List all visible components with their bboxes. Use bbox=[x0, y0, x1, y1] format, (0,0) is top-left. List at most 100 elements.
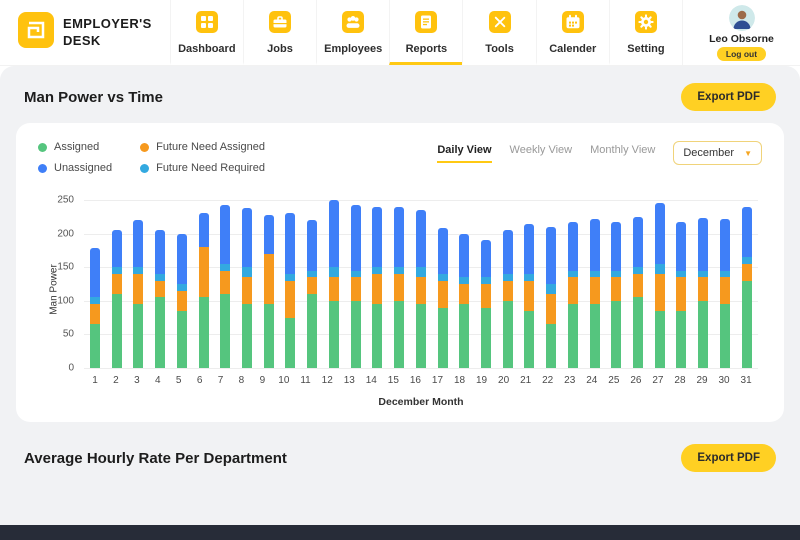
month-select-value: December bbox=[683, 147, 734, 159]
briefcase-icon bbox=[269, 11, 291, 38]
bars-row bbox=[84, 200, 758, 368]
x-tick-27: 27 bbox=[652, 375, 663, 386]
bar-day-21 bbox=[524, 200, 534, 368]
nav-item-setting[interactable]: Setting bbox=[609, 0, 682, 65]
nav-label-calender: Calender bbox=[549, 43, 596, 55]
nav-item-employees[interactable]: Employees bbox=[316, 0, 389, 65]
footer-bar bbox=[0, 525, 800, 540]
x-tick-26: 26 bbox=[630, 375, 641, 386]
tab-daily-view[interactable]: Daily View bbox=[437, 144, 491, 163]
tab-weekly-view[interactable]: Weekly View bbox=[510, 144, 573, 163]
plot-area: 050100150200250 bbox=[84, 200, 758, 368]
x-tick-6: 6 bbox=[195, 375, 205, 386]
avg-rate-section-header: Average Hourly Rate Per Department Expor… bbox=[0, 422, 800, 484]
main-nav: Dashboard Jobs Employees bbox=[170, 0, 682, 65]
bar-day-15 bbox=[394, 200, 404, 368]
x-tick-14: 14 bbox=[366, 375, 377, 386]
assigned-legend-dot bbox=[38, 143, 47, 152]
tools-icon bbox=[489, 11, 511, 38]
nav-label-tools: Tools bbox=[485, 43, 514, 55]
x-tick-5: 5 bbox=[174, 375, 184, 386]
future-need-required-legend-dot bbox=[140, 164, 149, 173]
nav-item-dashboard[interactable]: Dashboard bbox=[170, 0, 243, 65]
nav-item-tools[interactable]: Tools bbox=[462, 0, 535, 65]
legend-label: Future Need Required bbox=[156, 162, 265, 174]
bar-day-8 bbox=[242, 200, 252, 368]
bar-day-13 bbox=[351, 200, 361, 368]
x-tick-9: 9 bbox=[257, 375, 267, 386]
man-power-section-header: Man Power vs Time Export PDF bbox=[0, 66, 800, 123]
x-tick-29: 29 bbox=[696, 375, 707, 386]
x-tick-21: 21 bbox=[520, 375, 531, 386]
x-tick-25: 25 bbox=[608, 375, 619, 386]
view-controls: Daily View Weekly View Monthly View Dece… bbox=[437, 141, 762, 165]
nav-label-dashboard: Dashboard bbox=[178, 43, 235, 55]
bar-day-20 bbox=[503, 200, 513, 368]
bar-day-25 bbox=[611, 200, 621, 368]
x-tick-19: 19 bbox=[476, 375, 487, 386]
legend-item-future-need-required: Future Need Required bbox=[140, 162, 265, 174]
tab-monthly-view[interactable]: Monthly View bbox=[590, 144, 655, 163]
bar-day-29 bbox=[698, 200, 708, 368]
bar-day-5 bbox=[177, 200, 187, 368]
bar-day-24 bbox=[590, 200, 600, 368]
bar-day-6 bbox=[199, 200, 209, 368]
x-labels-row: 1234567891011121314151617181920212223242… bbox=[84, 375, 758, 386]
x-tick-4: 4 bbox=[153, 375, 163, 386]
chart-legend: Assigned Future Need Assigned Unassigned… bbox=[38, 141, 265, 174]
x-tick-8: 8 bbox=[236, 375, 246, 386]
x-tick-1: 1 bbox=[90, 375, 100, 386]
x-tick-20: 20 bbox=[498, 375, 509, 386]
x-tick-12: 12 bbox=[322, 375, 333, 386]
x-tick-3: 3 bbox=[132, 375, 142, 386]
gear-icon bbox=[635, 11, 657, 38]
legend-label: Assigned bbox=[54, 141, 99, 153]
x-tick-7: 7 bbox=[216, 375, 226, 386]
nav-item-jobs[interactable]: Jobs bbox=[243, 0, 316, 65]
bar-day-30 bbox=[720, 200, 730, 368]
chevron-down-icon: ▼ bbox=[744, 149, 752, 158]
bar-day-27 bbox=[655, 200, 665, 368]
bar-day-4 bbox=[155, 200, 165, 368]
bar-day-10 bbox=[285, 200, 295, 368]
brand-name: EMPLOYER'S DESK bbox=[63, 16, 152, 49]
x-tick-13: 13 bbox=[344, 375, 355, 386]
nav-item-calender[interactable]: Calender bbox=[536, 0, 609, 65]
export-pdf-button-manpower[interactable]: Export PDF bbox=[681, 83, 776, 111]
bar-day-16 bbox=[416, 200, 426, 368]
man-power-title: Man Power vs Time bbox=[24, 89, 163, 106]
x-tick-28: 28 bbox=[674, 375, 685, 386]
x-tick-10: 10 bbox=[278, 375, 289, 386]
logout-button[interactable]: Log out bbox=[717, 47, 766, 61]
export-pdf-button-avg-rate[interactable]: Export PDF bbox=[681, 444, 776, 472]
top-header: EMPLOYER'S DESK Dashboard Jobs bbox=[0, 0, 800, 66]
main-content: Man Power vs Time Export PDF Assigned Fu… bbox=[0, 66, 800, 525]
legend-item-assigned: Assigned bbox=[38, 141, 112, 153]
user-profile[interactable]: Leo Obsorne Log out bbox=[682, 0, 800, 65]
avg-rate-title: Average Hourly Rate Per Department bbox=[24, 450, 287, 467]
x-tick-15: 15 bbox=[388, 375, 399, 386]
bar-day-23 bbox=[568, 200, 578, 368]
bar-day-2 bbox=[112, 200, 122, 368]
nav-label-reports: Reports bbox=[406, 43, 448, 55]
man-power-chart-card: Assigned Future Need Assigned Unassigned… bbox=[16, 123, 784, 422]
legend-item-future-need-assigned: Future Need Assigned bbox=[140, 141, 265, 153]
calendar-icon bbox=[562, 11, 584, 38]
month-select-dropdown[interactable]: December ▼ bbox=[673, 141, 762, 165]
x-tick-16: 16 bbox=[410, 375, 421, 386]
x-tick-24: 24 bbox=[586, 375, 597, 386]
brand-logo[interactable]: EMPLOYER'S DESK bbox=[0, 0, 170, 65]
unassigned-legend-dot bbox=[38, 164, 47, 173]
employers-desk-logo-icon bbox=[18, 12, 54, 53]
bar-day-3 bbox=[133, 200, 143, 368]
bar-day-19 bbox=[481, 200, 491, 368]
nav-item-reports[interactable]: Reports bbox=[389, 0, 462, 65]
bar-day-31 bbox=[742, 200, 752, 368]
bar-day-11 bbox=[307, 200, 317, 368]
x-tick-23: 23 bbox=[564, 375, 575, 386]
x-tick-2: 2 bbox=[111, 375, 121, 386]
bar-day-12 bbox=[329, 200, 339, 368]
nav-label-employees: Employees bbox=[324, 43, 382, 55]
x-tick-31: 31 bbox=[741, 375, 752, 386]
legend-label: Unassigned bbox=[54, 162, 112, 174]
